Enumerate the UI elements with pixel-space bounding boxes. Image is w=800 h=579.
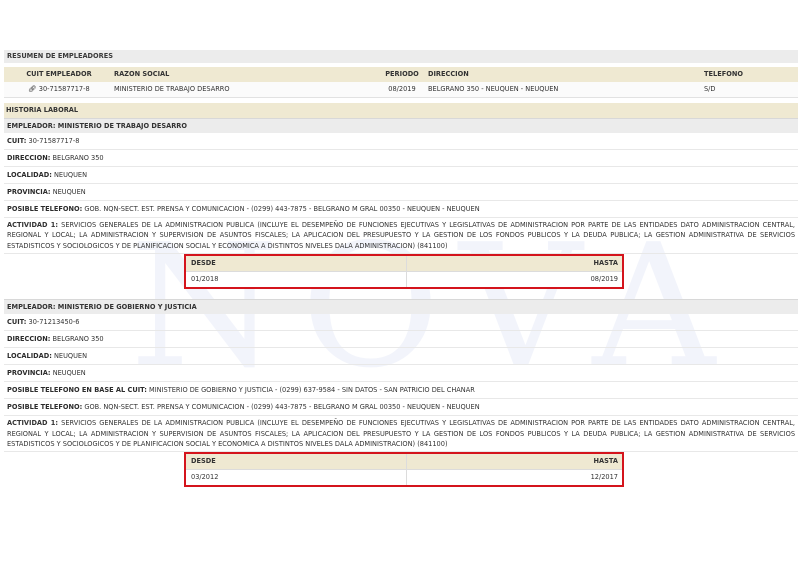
desde-header: DESDE <box>186 256 407 272</box>
field-label: LOCALIDAD: <box>7 352 52 361</box>
employer-cuit: CUIT: 30-71587717-8 <box>4 133 798 150</box>
employer-actividad: ACTIVIDAD 1: SERVICIOS GENERALES DE LA A… <box>4 416 798 453</box>
summary-header-row: CUIT EMPLEADOR RAZON SOCIAL PERIODO DIRE… <box>4 67 798 82</box>
summary-cuit-cell[interactable]: 🔗︎ 30-71587717-8 <box>4 82 114 97</box>
field-label: CUIT: <box>7 137 27 145</box>
header-periodo: PERIODO <box>385 70 419 78</box>
employer-telefono-cuit: POSIBLE TELEFONO EN BASE AL CUIT: MINIST… <box>4 382 798 400</box>
field-label: PROVINCIA: <box>7 369 51 378</box>
link-icon: 🔗︎ <box>28 85 37 93</box>
employer-telefono: POSIBLE TELEFONO: GOB. NQN-SECT. EST. PR… <box>4 201 798 218</box>
field-value: GOB. NQN-SECT. EST. PRENSA Y COMUNICACIO… <box>84 205 480 213</box>
hasta-value: 12/2017 <box>590 473 618 482</box>
field-value: BELGRANO 350 <box>52 154 104 162</box>
header-razon: RAZON SOCIAL <box>114 70 170 78</box>
field-label: CUIT: <box>7 318 27 327</box>
period-row: 03/2012 12/2017 <box>186 470 622 486</box>
employer-block: EMPLEADOR: MINISTERIO DE TRABAJO DESARRO… <box>4 118 798 290</box>
employer-localidad: LOCALIDAD: NEUQUEN <box>4 167 798 184</box>
header-direccion: DIRECCION <box>428 70 469 78</box>
field-value: NEUQUEN <box>52 188 86 196</box>
summary-telefono: S/D <box>704 85 716 93</box>
summary-razon: MINISTERIO DE TRABAJO DESARRO <box>114 85 230 93</box>
employer-block: EMPLEADOR: MINISTERIO DE GOBIERNO Y JUST… <box>4 299 798 493</box>
employer-actividad: ACTIVIDAD 1: SERVICIOS GENERALES DE LA A… <box>4 218 798 255</box>
field-value: 30-71587717-8 <box>28 137 80 145</box>
report: RESUMEN DE EMPLEADORES CUIT EMPLEADOR RA… <box>4 50 798 493</box>
hasta-header: HASTA <box>593 259 618 268</box>
employer-header: EMPLEADOR: MINISTERIO DE TRABAJO DESARRO <box>4 118 798 133</box>
field-value: NEUQUEN <box>53 352 88 361</box>
employer-header: EMPLEADOR: MINISTERIO DE GOBIERNO Y JUST… <box>4 299 798 315</box>
hasta-value: 08/2019 <box>590 275 618 284</box>
employer-localidad: LOCALIDAD: NEUQUEN <box>4 348 798 366</box>
field-label: POSIBLE TELEFONO EN BASE AL CUIT: <box>7 386 147 395</box>
employer-provincia: PROVINCIA: NEUQUEN <box>4 184 798 201</box>
desde-value: 01/2018 <box>186 272 407 288</box>
desde-value: 03/2012 <box>186 470 407 486</box>
header-telefono: TELEFONO <box>704 70 743 78</box>
period-table: DESDE HASTA 03/2012 12/2017 <box>184 452 624 488</box>
period-table: DESDE HASTA 01/2018 08/2019 <box>184 254 624 290</box>
employer-direccion: DIRECCION: BELGRANO 350 <box>4 150 798 167</box>
field-value: SERVICIOS GENERALES DE LA ADMINISTRACION… <box>7 221 795 250</box>
hasta-header: HASTA <box>593 457 618 466</box>
field-value: SERVICIOS GENERALES DE LA ADMINISTRACION… <box>7 419 795 449</box>
history-title: HISTORIA LABORAL <box>4 103 798 118</box>
field-label: DIRECCION: <box>7 335 51 344</box>
summary-periodo: 08/2019 <box>388 85 416 93</box>
field-value: BELGRANO 350 <box>52 335 104 344</box>
field-label: DIRECCION: <box>7 154 51 162</box>
period-header: DESDE HASTA <box>186 454 622 471</box>
field-value: NEUQUEN <box>52 369 86 378</box>
field-value: 30-71213450-6 <box>28 318 80 327</box>
field-value: MINISTERIO DE GOBIERNO Y JUSTICIA - (029… <box>149 386 475 395</box>
summary-title: RESUMEN DE EMPLEADORES <box>4 50 798 63</box>
desde-header: DESDE <box>186 454 407 470</box>
field-label: POSIBLE TELEFONO: <box>7 403 83 412</box>
summary-direccion: BELGRANO 350 - NEUQUEN - NEUQUEN <box>428 85 559 93</box>
employer-provincia: PROVINCIA: NEUQUEN <box>4 365 798 383</box>
field-label: POSIBLE TELEFONO: <box>7 205 83 213</box>
period-header: DESDE HASTA <box>186 256 622 273</box>
employer-telefono: POSIBLE TELEFONO: GOB. NQN-SECT. EST. PR… <box>4 399 798 417</box>
employer-direccion: DIRECCION: BELGRANO 350 <box>4 331 798 349</box>
field-label: LOCALIDAD: <box>7 171 52 179</box>
employer-cuit: CUIT: 30-71213450-6 <box>4 314 798 332</box>
header-cuit: CUIT EMPLEADOR <box>26 70 92 78</box>
field-value: GOB. NQN-SECT. EST. PRENSA Y COMUNICACIO… <box>84 403 480 412</box>
summary-cuit[interactable]: 30-71587717-8 <box>39 85 90 93</box>
summary-row: 🔗︎ 30-71587717-8 MINISTERIO DE TRABAJO D… <box>4 82 798 98</box>
field-label: PROVINCIA: <box>7 188 51 196</box>
period-row: 01/2018 08/2019 <box>186 272 622 288</box>
field-value: NEUQUEN <box>53 171 88 179</box>
field-label: ACTIVIDAD 1: <box>7 221 59 229</box>
field-label: ACTIVIDAD 1: <box>7 419 59 428</box>
